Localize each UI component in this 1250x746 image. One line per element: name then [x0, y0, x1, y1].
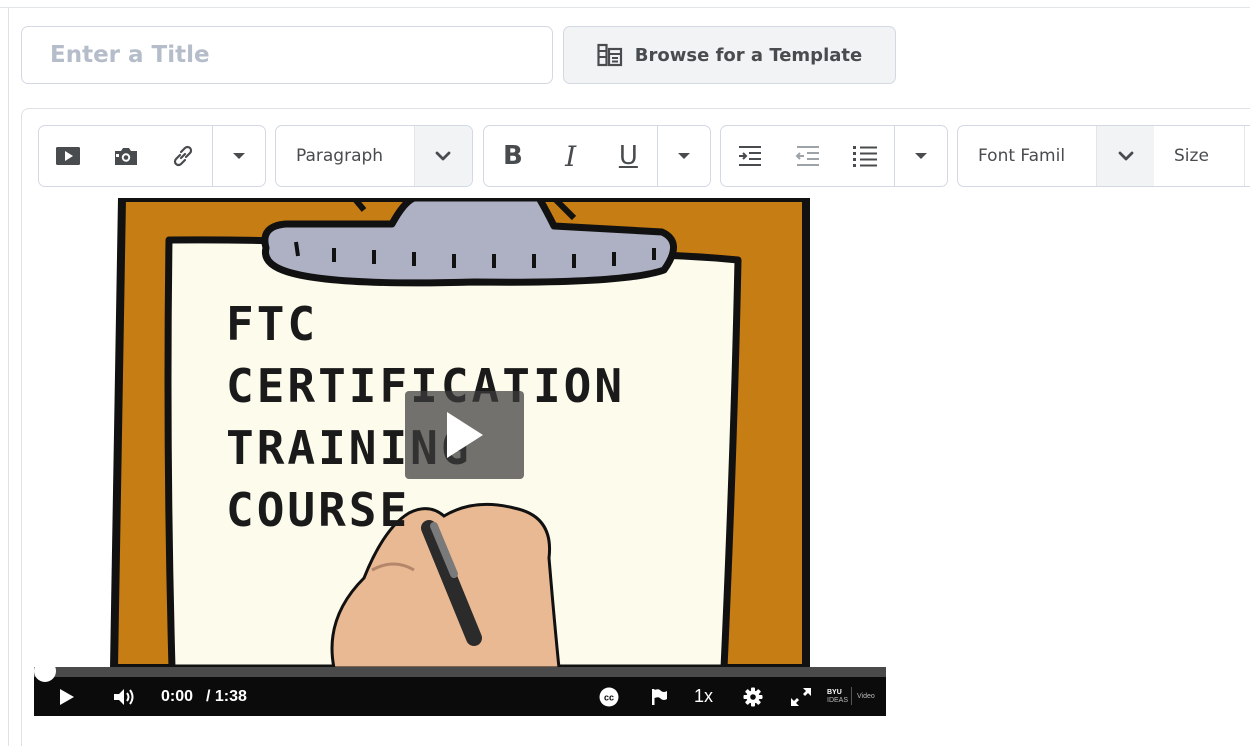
brand-text: Video [857, 692, 875, 700]
insert-video-icon [55, 147, 80, 165]
board-line-1: FTC [226, 297, 319, 351]
caret-down-icon [233, 153, 246, 159]
indent-button[interactable] [721, 126, 779, 186]
insert-link-icon [174, 145, 193, 167]
play-icon [446, 412, 483, 458]
paragraph-select-value: Paragraph [296, 146, 384, 166]
insert-link-button[interactable] [155, 126, 213, 186]
list-toolbar-group [720, 125, 948, 187]
svg-text:cc: cc [604, 692, 614, 702]
paragraph-select-toggle[interactable] [413, 126, 472, 186]
window-left-border [8, 8, 9, 746]
brand-divider [851, 687, 852, 705]
insert-image-button[interactable] [97, 126, 155, 186]
big-play-button[interactable] [405, 391, 524, 479]
caret-down-icon [915, 153, 928, 159]
indent-icon [738, 146, 761, 166]
bulleted-list-icon [853, 146, 878, 167]
caret-down-icon [678, 153, 691, 159]
settings-button[interactable] [742, 677, 764, 716]
bulleted-list-button[interactable] [837, 126, 895, 186]
closed-captions-icon: cc [599, 687, 619, 706]
insert-more-dropdown[interactable] [213, 126, 265, 186]
italic-button[interactable]: I [542, 126, 600, 186]
progress-handle[interactable] [34, 660, 56, 682]
outdent-button[interactable] [779, 126, 837, 186]
volume-icon [114, 688, 134, 705]
report-flag-button[interactable] [648, 677, 670, 716]
chevron-down-icon [1118, 151, 1133, 161]
template-browse-icon [597, 43, 622, 67]
video-controls-bar: 0:00 / 1:38 cc 1x BYU IDEAS Video [34, 660, 886, 716]
captions-button[interactable]: cc [598, 677, 620, 716]
insert-image-icon [114, 148, 137, 165]
toolbar-separator [1244, 126, 1245, 186]
outdent-icon [795, 146, 819, 166]
playback-speed-button[interactable]: 1x [694, 677, 713, 716]
flag-icon [652, 688, 667, 705]
progress-bar[interactable] [34, 660, 886, 682]
insert-video-button[interactable] [39, 126, 97, 186]
insert-toolbar-group [38, 125, 266, 187]
duration: / 1:38 [206, 687, 247, 705]
font-size-select[interactable]: Size [1154, 146, 1244, 166]
brand-sub: IDEAS [827, 696, 849, 704]
browse-template-button[interactable]: Browse for a Template [563, 26, 896, 84]
bold-button[interactable]: B [484, 126, 542, 186]
format-more-dropdown[interactable] [658, 126, 710, 186]
fullscreen-icon [791, 687, 811, 706]
play-icon [60, 688, 74, 705]
format-toolbar-group: B I U [483, 125, 711, 187]
paragraph-select[interactable]: Paragraph [275, 125, 473, 187]
chevron-down-icon [435, 151, 451, 161]
underline-button[interactable]: U [600, 126, 658, 186]
current-time: 0:00 [161, 687, 194, 705]
font-toolbar-group: Font Famil Size [957, 125, 1250, 187]
fullscreen-button[interactable] [790, 677, 812, 716]
font-family-select[interactable]: Font Famil [958, 146, 1096, 166]
play-button[interactable] [56, 677, 78, 716]
browse-template-label: Browse for a Template [634, 44, 863, 66]
volume-button[interactable] [112, 677, 138, 716]
font-family-toggle[interactable] [1096, 126, 1154, 186]
list-more-dropdown[interactable] [895, 126, 947, 186]
title-input[interactable] [21, 26, 553, 84]
embedded-video-player[interactable]: FTC CERTIFICATION TRAINING COURSE 0:00 /… [34, 198, 886, 716]
board-line-4: COURSE [226, 483, 411, 537]
brand-top: BYU [827, 688, 842, 696]
window-top-border [0, 0, 1250, 8]
gear-icon [743, 687, 763, 706]
byu-logo: BYU IDEAS [827, 677, 848, 716]
